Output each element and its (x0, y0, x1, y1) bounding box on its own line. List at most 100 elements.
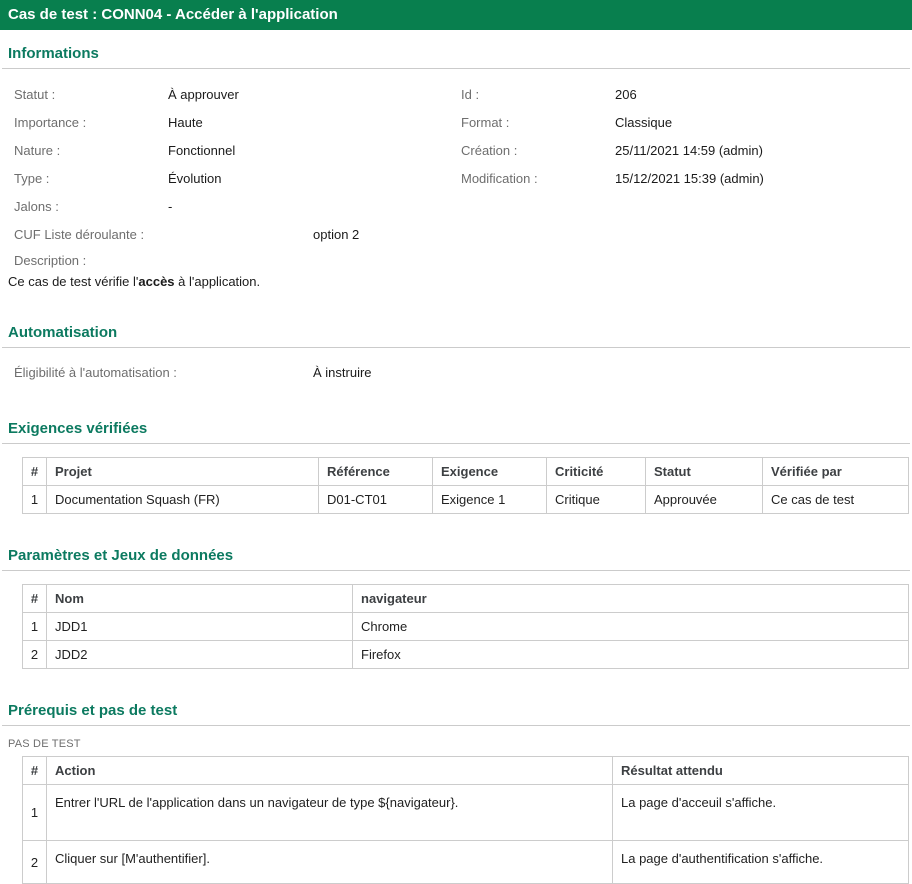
parametres-row-jdd2: 2 JDD2 Firefox (23, 641, 909, 669)
jdd1-navigateur-cell: Chrome (353, 613, 909, 641)
section-informations-title: Informations (8, 45, 904, 62)
step2-resultat-cell: La page d'authentification s'affiche. (613, 841, 909, 884)
field-creation-label: Création : (461, 137, 615, 165)
jdd2-navigateur-cell: Firefox (353, 641, 909, 669)
steps-header-resultat: Résultat attendu (613, 757, 909, 785)
page-title: Cas de test : CONN04 - Accéder à l'appli… (8, 6, 338, 23)
field-format-value: Classique (615, 115, 672, 130)
step2-num-cell: 2 (23, 841, 47, 884)
section-divider (2, 725, 910, 726)
exigences-header-exigence: Exigence (433, 458, 547, 486)
exigences-header-verifiee-par: Vérifiée par (763, 458, 909, 486)
parametres-header-num: # (23, 585, 47, 613)
exigence-reference-cell: D01-CT01 (319, 486, 433, 514)
exigences-table-wrapper: # Projet Référence Exigence Criticité St… (22, 457, 908, 514)
jdd1-num-cell: 1 (23, 613, 47, 641)
exigence-criticite-cell: Critique (547, 486, 646, 514)
field-cuf-label: CUF Liste déroulante : (14, 221, 313, 249)
informations-left-column: Statut :À approuver Importance :Haute Na… (0, 81, 456, 291)
exigences-row: 1 Documentation Squash (FR) D01-CT01 Exi… (23, 486, 909, 514)
jdd2-num-cell: 2 (23, 641, 47, 669)
field-nature-value: Fonctionnel (168, 143, 235, 158)
field-modification-value: 15/12/2021 15:39 (admin) (615, 171, 764, 186)
exigences-header-statut: Statut (646, 458, 763, 486)
field-format: Format :Classique (461, 109, 912, 137)
section-prerequis-title: Prérequis et pas de test (8, 702, 904, 719)
section-parametres-title: Paramètres et Jeux de données (8, 547, 904, 564)
field-jalons-label: Jalons : (14, 193, 168, 221)
jdd2-nom-cell: JDD2 (47, 641, 353, 669)
exigence-verifiee-par-cell: Ce cas de test (763, 486, 909, 514)
field-type-label: Type : (14, 165, 168, 193)
exigence-num-cell: 1 (23, 486, 47, 514)
page-title-bar: Cas de test : CONN04 - Accéder à l'appli… (0, 0, 912, 30)
parametres-table-wrapper: # Nom navigateur 1 JDD1 Chrome 2 JDD2 Fi… (22, 584, 908, 669)
field-importance: Importance :Haute (14, 109, 456, 137)
field-eligibilite-value: À instruire (313, 365, 372, 380)
field-description-text: Ce cas de test vérifie l'accès à l'appli… (8, 273, 456, 291)
step2-action-cell: Cliquer sur [M'authentifier]. (47, 841, 613, 884)
exigences-header-criticite: Criticité (547, 458, 646, 486)
steps-table-wrapper: # Action Résultat attendu 1 Entrer l'URL… (22, 756, 908, 884)
field-jalons: Jalons :- (14, 193, 456, 221)
exigences-header-row: # Projet Référence Exigence Criticité St… (23, 458, 909, 486)
field-nature-label: Nature : (14, 137, 168, 165)
step1-action-cell: Entrer l'URL de l'application dans un na… (47, 785, 613, 841)
field-eligibilite-automatisation: Éligibilité à l'automatisation :À instru… (0, 359, 912, 387)
section-exigences-title: Exigences vérifiées (8, 420, 904, 437)
parametres-header-nom: Nom (47, 585, 353, 613)
exigences-header-num: # (23, 458, 47, 486)
field-importance-label: Importance : (14, 109, 168, 137)
field-description: Description : Ce cas de test vérifie l'a… (14, 249, 456, 291)
section-divider (2, 347, 910, 348)
parametres-header-row: # Nom navigateur (23, 585, 909, 613)
field-statut: Statut :À approuver (14, 81, 456, 109)
exigences-table: # Projet Référence Exigence Criticité St… (22, 457, 909, 514)
step1-resultat-cell: La page d'acceuil s'affiche. (613, 785, 909, 841)
informations-grid: Statut :À approuver Importance :Haute Na… (0, 81, 912, 291)
field-id-value: 206 (615, 87, 637, 102)
field-type: Type :Évolution (14, 165, 456, 193)
steps-table: # Action Résultat attendu 1 Entrer l'URL… (22, 756, 909, 884)
steps-header-row: # Action Résultat attendu (23, 757, 909, 785)
field-id-label: Id : (461, 81, 615, 109)
field-creation: Création :25/11/2021 14:59 (admin) (461, 137, 912, 165)
steps-header-action: Action (47, 757, 613, 785)
field-id: Id :206 (461, 81, 912, 109)
section-divider (2, 570, 910, 571)
jdd1-nom-cell: JDD1 (47, 613, 353, 641)
exigences-header-reference: Référence (319, 458, 433, 486)
steps-header-num: # (23, 757, 47, 785)
field-importance-value: Haute (168, 115, 203, 130)
exigence-exigence-cell: Exigence 1 (433, 486, 547, 514)
parametres-row-jdd1: 1 JDD1 Chrome (23, 613, 909, 641)
field-cuf-value: option 2 (313, 227, 359, 242)
section-divider (2, 68, 910, 69)
step-row-1: 1 Entrer l'URL de l'application dans un … (23, 785, 909, 841)
description-text-bold: accès (138, 274, 174, 289)
field-type-value: Évolution (168, 171, 221, 186)
informations-right-column: Id :206 Format :Classique Création :25/1… (456, 81, 912, 291)
exigence-projet-cell: Documentation Squash (FR) (47, 486, 319, 514)
field-cuf-liste-deroulante: CUF Liste déroulante :option 2 (14, 221, 456, 249)
description-text-prefix: Ce cas de test vérifie l' (8, 274, 138, 289)
step1-num-cell: 1 (23, 785, 47, 841)
field-creation-value: 25/11/2021 14:59 (admin) (615, 143, 763, 158)
parametres-table: # Nom navigateur 1 JDD1 Chrome 2 JDD2 Fi… (22, 584, 909, 669)
field-format-label: Format : (461, 109, 615, 137)
exigences-header-projet: Projet (47, 458, 319, 486)
parametres-header-navigateur: navigateur (353, 585, 909, 613)
field-nature: Nature :Fonctionnel (14, 137, 456, 165)
exigence-statut-cell: Approuvée (646, 486, 763, 514)
field-statut-label: Statut : (14, 81, 168, 109)
field-eligibilite-label: Éligibilité à l'automatisation : (14, 359, 313, 387)
step-row-2: 2 Cliquer sur [M'authentifier]. La page … (23, 841, 909, 884)
description-text-suffix: à l'application. (175, 274, 261, 289)
field-description-label: Description : (14, 249, 456, 273)
section-divider (2, 443, 910, 444)
pas-de-test-label: PAS DE TEST (8, 738, 912, 750)
section-automatisation-title: Automatisation (8, 324, 904, 341)
field-modification-label: Modification : (461, 165, 615, 193)
field-modification: Modification :15/12/2021 15:39 (admin) (461, 165, 912, 193)
field-statut-value: À approuver (168, 87, 239, 102)
